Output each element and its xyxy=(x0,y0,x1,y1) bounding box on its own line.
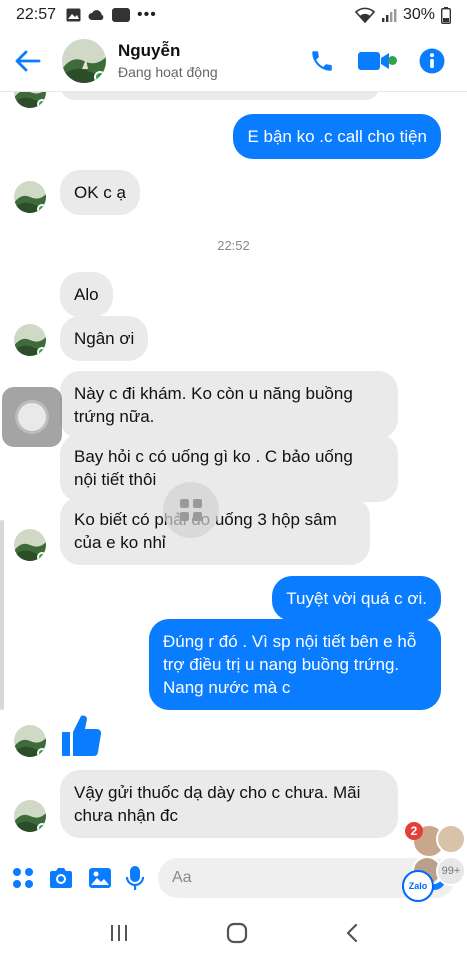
cloud-icon xyxy=(88,10,104,20)
message-line: Này c đi khám. Ko còn u năng buồng xyxy=(74,384,353,403)
phone-icon[interactable] xyxy=(309,48,335,74)
video-active-dot xyxy=(388,55,397,65)
thumbs-up-icon[interactable] xyxy=(60,712,102,758)
message-line: của e ko nhỉ xyxy=(74,533,166,552)
message-bubble[interactable]: Bay hỏi c có uống gì ko . C bảo uống nội… xyxy=(60,434,398,502)
zalo-icon xyxy=(112,8,131,22)
system-navigation-bar xyxy=(0,906,467,960)
contact-avatar[interactable] xyxy=(62,38,106,83)
message-line: trứng nữa. xyxy=(74,407,155,426)
info-icon[interactable] xyxy=(419,48,445,74)
message-line: Đúng r đó . Vì sp nội tiết bên e hỗ xyxy=(163,632,417,651)
zalo-bubble[interactable]: Zalo xyxy=(402,870,434,902)
microphone-icon[interactable] xyxy=(126,865,144,891)
more-icon: ••• xyxy=(137,6,157,23)
conversation-header: Nguyễn Đang hoạt động xyxy=(0,30,467,92)
back-nav-icon[interactable] xyxy=(345,923,359,943)
floating-menu-button[interactable] xyxy=(163,482,219,538)
online-indicator xyxy=(94,70,106,83)
battery-icon xyxy=(441,6,451,24)
message-bubble[interactable]: Alo xyxy=(60,272,113,317)
assistive-touch-button[interactable] xyxy=(2,387,62,447)
chat-head-avatar[interactable] xyxy=(436,824,466,854)
unread-badge: 2 xyxy=(405,822,423,840)
image-icon xyxy=(66,8,81,22)
message-line: Nang nước mà c xyxy=(163,678,291,697)
sender-avatar xyxy=(14,529,46,561)
message-composer: Aa xyxy=(0,850,467,906)
gallery-icon[interactable] xyxy=(88,867,112,889)
signal-icon xyxy=(381,9,397,22)
message-bubble[interactable]: OK c ạ xyxy=(60,170,140,215)
back-arrow-icon xyxy=(15,50,41,71)
status-bar: 22:57 ••• 30% xyxy=(0,0,467,30)
message-line: trợ điều trị u nang buồng trứng. xyxy=(163,655,400,674)
floating-chat-heads[interactable]: 2 99+ Zalo xyxy=(402,818,467,904)
contact-name: Nguyễn xyxy=(118,41,181,60)
apps-menu-icon[interactable] xyxy=(12,867,34,889)
contact-info[interactable]: Nguyễn Đang hoạt động xyxy=(118,41,218,80)
sender-avatar xyxy=(14,800,46,832)
message-bubble[interactable]: Vậy gửi thuốc dạ dày cho c chưa. Mãi chư… xyxy=(60,770,398,838)
status-right: 30% xyxy=(354,6,451,24)
message-bubble[interactable]: E bận ko .c call cho tiện xyxy=(233,114,441,159)
grid-icon xyxy=(180,499,202,521)
camera-icon[interactable] xyxy=(48,867,74,889)
sender-avatar xyxy=(14,181,46,213)
home-icon[interactable] xyxy=(226,922,248,944)
sender-avatar xyxy=(14,324,46,356)
video-call-icon[interactable] xyxy=(357,48,397,74)
message-bubble[interactable]: Tuyệt vời quá c ơi. xyxy=(272,576,441,621)
message-list[interactable]: E bận ko .c call cho tiện OK c ạ 22:52 A… xyxy=(0,92,467,850)
message-bubble[interactable]: Này c đi khám. Ko còn u năng buồng trứng… xyxy=(60,371,398,439)
message-line: Bay hỏi c có uống gì ko . C bảo uống xyxy=(74,447,353,466)
back-button[interactable] xyxy=(0,33,56,89)
status-time: 22:57 xyxy=(16,6,57,23)
sender-avatar xyxy=(14,92,46,108)
edge-panel-handle[interactable] xyxy=(0,520,4,710)
status-app-icons: ••• xyxy=(66,6,157,24)
sender-avatar xyxy=(14,725,46,757)
message-line: Vậy gửi thuốc dạ dày cho c chưa. Mãi xyxy=(74,783,361,802)
chat-head-count[interactable]: 99+ xyxy=(436,856,466,886)
wifi-icon xyxy=(354,7,375,23)
battery-text: 30% xyxy=(402,6,435,23)
recent-apps-icon[interactable] xyxy=(109,924,129,942)
message-bubble[interactable]: Ngân ơi xyxy=(60,316,149,361)
message-line: nội tiết thôi xyxy=(74,470,157,489)
message-line: chưa nhận đc xyxy=(74,806,179,825)
header-actions xyxy=(309,48,467,74)
zalo-label: Zalo xyxy=(408,881,428,891)
message-bubble[interactable]: Đúng r đó . Vì sp nội tiết bên e hỗ trợ … xyxy=(149,619,441,710)
chat-head-count-text: 99+ xyxy=(441,865,461,877)
message-input-placeholder: Aa xyxy=(172,869,192,886)
message-bubble-partial[interactable] xyxy=(60,92,380,100)
contact-status: Đang hoạt động xyxy=(118,64,218,80)
message-timestamp: 22:52 xyxy=(217,238,250,253)
